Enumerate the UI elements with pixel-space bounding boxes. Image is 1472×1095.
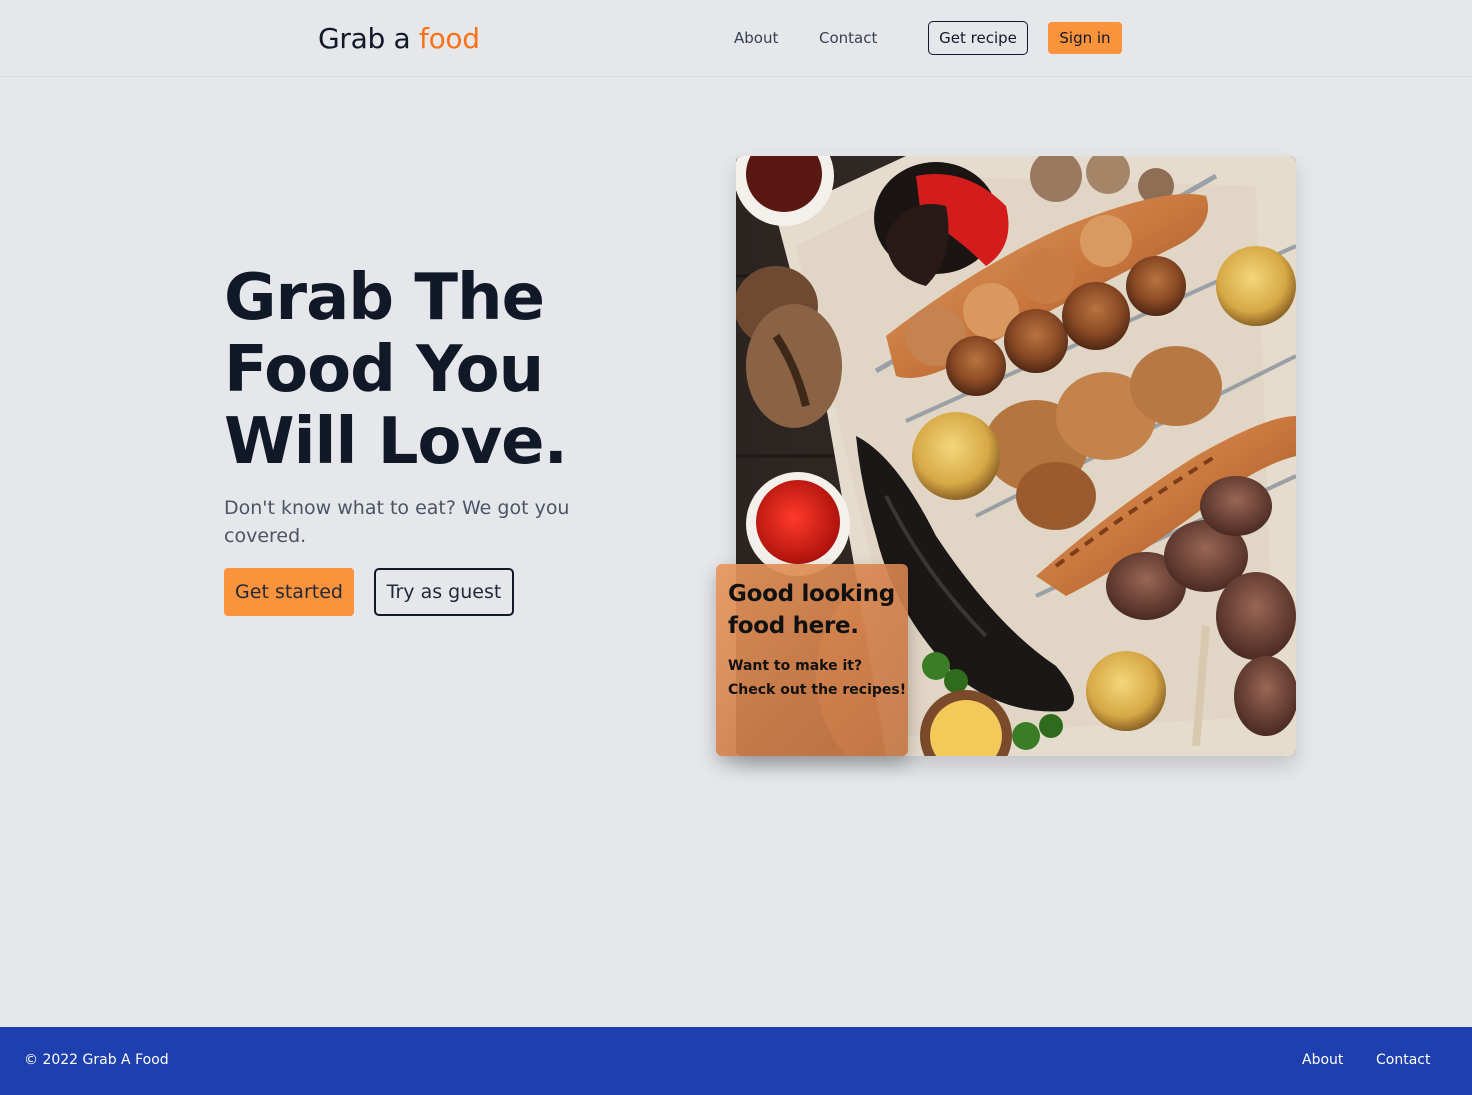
- footer-contact-link[interactable]: Contact: [1376, 1052, 1430, 1068]
- promo-line-2: Check out the recipes!: [728, 682, 907, 698]
- footer-about-link[interactable]: About: [1302, 1052, 1343, 1068]
- hero-title-line-2: Food You: [224, 333, 544, 407]
- nav-about-link[interactable]: About: [734, 29, 778, 47]
- nav-contact-link[interactable]: Contact: [819, 29, 877, 47]
- logo[interactable]: Grab a food: [318, 22, 480, 55]
- promo-text: Want to make it? Check out the recipes!: [728, 654, 907, 702]
- site-footer: © 2022 Grab A Food About Contact: [0, 1027, 1472, 1095]
- promo-line-1: Want to make it?: [728, 658, 863, 674]
- promo-card[interactable]: Good looking food here. Want to make it?…: [716, 564, 908, 756]
- hero-subtitle: Don't know what to eat? We got you cover…: [224, 497, 570, 547]
- get-recipe-button[interactable]: Get recipe: [928, 21, 1028, 55]
- copyright-text: © 2022 Grab A Food: [24, 1052, 169, 1068]
- logo-accent: food: [419, 22, 480, 55]
- hero-title: Grab The Food You Will Love.: [224, 262, 664, 478]
- sign-in-button[interactable]: Sign in: [1048, 22, 1122, 54]
- logo-prefix: Grab a: [318, 22, 411, 55]
- site-header: Grab a food About Contact Get recipe Sig…: [0, 0, 1472, 77]
- hero-title-line-3: Will Love.: [224, 405, 568, 479]
- hero-title-line-1: Grab The: [224, 261, 545, 335]
- get-started-button[interactable]: Get started: [224, 568, 354, 616]
- try-as-guest-button[interactable]: Try as guest: [374, 568, 514, 616]
- promo-title: Good looking food here.: [728, 581, 895, 639]
